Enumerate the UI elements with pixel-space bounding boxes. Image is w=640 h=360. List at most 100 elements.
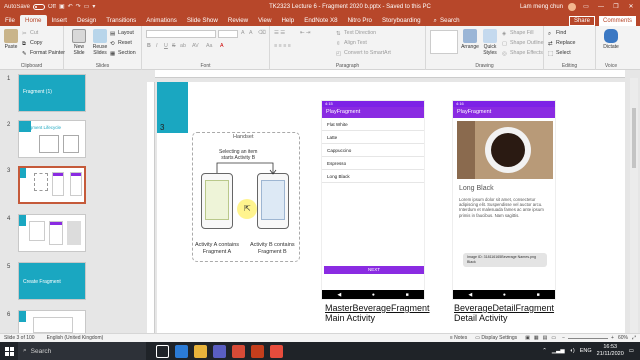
recents-icon[interactable]: ■	[406, 292, 409, 298]
edge-icon[interactable]	[175, 344, 188, 358]
shape-outline-button[interactable]: ▢ Shape Outline	[502, 40, 544, 47]
autosave-toggle[interactable]	[33, 3, 46, 10]
slide-sorter-icon[interactable]: ▦	[534, 335, 539, 341]
tab-nitro-pro[interactable]: Nitro Pro	[343, 15, 377, 26]
back-icon[interactable]: ◀	[337, 292, 341, 298]
phone-detail[interactable]: 4:16 PlayFragment Long Black Lorem ipsum…	[452, 100, 556, 300]
copy-button[interactable]: ⧉ Copy	[22, 40, 42, 47]
layout-button[interactable]: ▤ Layout	[110, 30, 134, 37]
powerpoint-icon[interactable]	[251, 344, 264, 358]
bullets-icon[interactable]: ☰ ☰	[274, 30, 285, 36]
tab-insert[interactable]: Insert	[47, 15, 72, 26]
minimize-icon[interactable]: —	[596, 4, 606, 10]
tell-me-search[interactable]: ⌕ Search	[434, 15, 460, 26]
undo-icon[interactable]: ↶	[68, 3, 73, 10]
share-button[interactable]: Share	[568, 16, 595, 26]
select-button[interactable]: ⬚ Select	[548, 50, 571, 57]
zoom-slider[interactable]	[568, 337, 609, 339]
underline-button[interactable]: U	[164, 43, 168, 49]
change-case-button[interactable]: Aa	[206, 43, 212, 49]
grow-font-button[interactable]: A	[241, 30, 245, 36]
taskbar-clock[interactable]: 16:53 21/11/2020	[597, 344, 624, 358]
reset-button[interactable]: ⟲ Reset	[110, 40, 132, 47]
font-color-icon[interactable]: A	[220, 43, 224, 49]
back-icon[interactable]: ◀	[468, 292, 472, 298]
bold-button[interactable]: B	[147, 43, 151, 49]
tab-help[interactable]: Help	[276, 15, 299, 26]
slide-canvas[interactable]: 3 Handset Selecting an item starts Activ…	[157, 82, 625, 337]
zoom-out-icon[interactable]: −	[562, 335, 565, 341]
find-button[interactable]: ⌕ Find	[548, 30, 566, 37]
slide-thumbnail-5[interactable]: Create Fragment	[18, 262, 86, 300]
vertical-scrollbar[interactable]	[630, 78, 638, 333]
language-indicator[interactable]: English (United Kingdom)	[47, 335, 104, 341]
taskbar-search[interactable]: ⌕ Search	[18, 342, 146, 360]
home-icon[interactable]: ●	[372, 292, 375, 298]
notifications-icon[interactable]: ▭	[629, 348, 634, 354]
tab-home[interactable]: Home	[19, 15, 47, 26]
tab-transitions[interactable]: Transitions	[101, 15, 141, 26]
char-spacing-button[interactable]: AV	[192, 43, 199, 49]
reuse-slides-button[interactable]: Reuse Slides	[91, 29, 109, 56]
task-view-icon[interactable]	[156, 344, 169, 358]
clear-format-icon[interactable]: ⌫	[258, 30, 266, 36]
list-item[interactable]: Cappuccino	[322, 144, 424, 157]
tray-chevron-icon[interactable]: ⌃	[542, 348, 547, 354]
slide-thumbnail-3[interactable]	[18, 166, 86, 204]
font-size-dropdown[interactable]	[218, 30, 238, 38]
shape-effects-button[interactable]: ◎ Shape Effects	[502, 50, 543, 57]
tab-review[interactable]: Review	[223, 15, 253, 26]
indent-icon[interactable]: ⇤ ⇥	[300, 30, 310, 36]
windows-start-button[interactable]	[0, 342, 18, 360]
customize-toolbar-icon[interactable]: ▾	[92, 3, 95, 10]
next-button[interactable]: NEXT	[324, 266, 424, 274]
shrink-font-button[interactable]: A	[249, 30, 253, 36]
slide-thumbnail-1[interactable]: Fragment (1)	[18, 74, 86, 112]
list-item[interactable]: Espresso	[322, 157, 424, 170]
ribbon-display-icon[interactable]: ▭	[581, 3, 591, 10]
tab-slide-show[interactable]: Slide Show	[182, 15, 223, 26]
tab-design[interactable]: Design	[72, 15, 101, 26]
shape-fill-button[interactable]: ◈ Shape Fill	[502, 30, 534, 37]
display-settings-button[interactable]: ▭ Display Settings	[475, 335, 517, 341]
phone-master[interactable]: 4:15 PlayFragment Flat White Latte Cappu…	[321, 100, 425, 300]
language-label[interactable]: ENG	[580, 348, 592, 354]
normal-view-icon[interactable]: ▣	[525, 335, 530, 341]
teams-icon[interactable]	[213, 344, 226, 358]
font-name-dropdown[interactable]	[146, 30, 216, 38]
zoom-in-icon[interactable]: +	[611, 335, 614, 341]
chrome-icon[interactable]	[232, 344, 245, 358]
quick-styles-button[interactable]: Quick Styles	[480, 29, 500, 56]
paste-button[interactable]: Paste	[3, 29, 19, 50]
recents-icon[interactable]: ■	[537, 292, 540, 298]
slide-thumbnail-4[interactable]	[18, 214, 86, 252]
tab-view[interactable]: View	[253, 15, 276, 26]
volume-icon[interactable]: ◖)	[570, 348, 575, 354]
acrobat-icon[interactable]	[270, 344, 283, 358]
italic-button[interactable]: I	[156, 43, 157, 49]
text-direction-button[interactable]: ⇅ Text Direction	[336, 30, 376, 37]
handset-diagram[interactable]: Handset Selecting an item starts Activit…	[192, 132, 300, 262]
arrange-button[interactable]: Arrange	[460, 29, 480, 50]
tab-file[interactable]: File	[0, 15, 20, 26]
comments-button[interactable]: Comments	[598, 16, 636, 26]
notes-button[interactable]: ≡ Notes	[450, 335, 467, 341]
align-icons[interactable]: ≡ ≡ ≡ ≡	[274, 43, 291, 49]
home-icon[interactable]: ●	[503, 292, 506, 298]
format-painter-button[interactable]: ✎ Format Painter	[22, 50, 65, 57]
strikethrough-button[interactable]: S	[172, 43, 176, 49]
zoom-level[interactable]: 60%	[618, 335, 628, 341]
present-icon[interactable]: ▭	[84, 3, 90, 10]
shadow-button[interactable]: ab	[180, 43, 186, 49]
convert-smartart-button[interactable]: ◰ Convert to SmartArt	[336, 50, 391, 57]
network-icon[interactable]: ▁▃▅	[552, 348, 565, 354]
tab-endnote[interactable]: EndNote X8	[299, 15, 342, 26]
redo-icon[interactable]: ↷	[76, 3, 81, 10]
maximize-icon[interactable]: ❐	[611, 3, 621, 10]
close-icon[interactable]: ✕	[626, 3, 636, 10]
tab-animations[interactable]: Animations	[141, 15, 182, 26]
tab-storyboarding[interactable]: Storyboarding	[377, 15, 426, 26]
new-slide-button[interactable]: New Slide	[68, 29, 90, 56]
list-item[interactable]: Flat White	[322, 118, 424, 131]
cut-button[interactable]: ✂ Cut	[22, 30, 38, 37]
